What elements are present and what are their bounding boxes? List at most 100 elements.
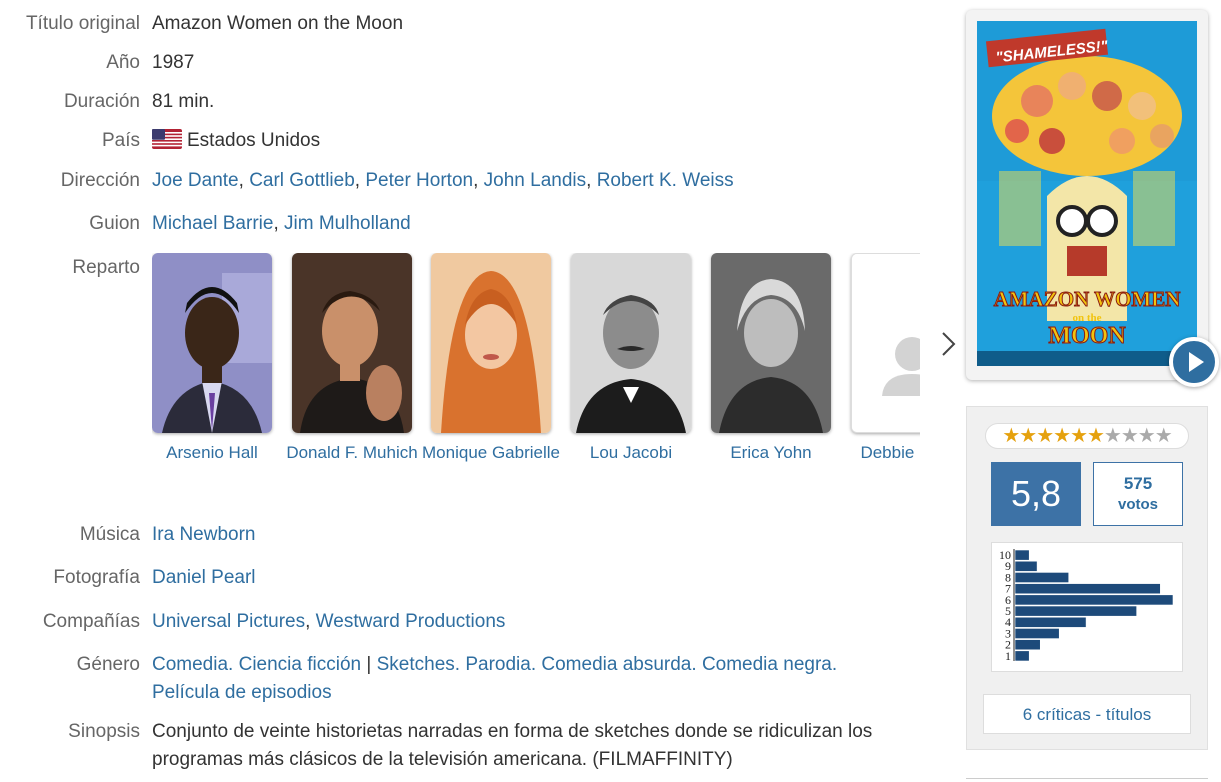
histogram-bar (1014, 572, 1070, 583)
votes-count: 575 (1123, 474, 1153, 493)
label-genre: Género (76, 654, 140, 675)
value-country: Estados Unidos (152, 127, 922, 155)
label-companies: Compañías (42, 611, 140, 632)
poster-card[interactable]: "SHAMELESS!" AMAZON WOMEN on the MOON (966, 10, 1208, 380)
actor-name[interactable]: Erica Yohn (701, 441, 841, 465)
actor-portrait-image (152, 253, 272, 433)
label-original-title: Título original (25, 13, 140, 34)
label-synopsis: Sinopsis (68, 721, 140, 742)
rating-histogram: 10 9 8 7 6 5 4 3 2 1 (991, 542, 1183, 672)
value-companies: Universal Pictures, Westward Productions (152, 611, 506, 632)
histogram-bar (1014, 594, 1174, 606)
cinematographer-link[interactable]: Daniel Pearl (152, 567, 256, 588)
writer-link[interactable]: Jim Mulholland (284, 213, 411, 234)
cast-member[interactable]: Lou Jacobi (561, 253, 701, 465)
us-flag-icon (152, 129, 182, 149)
label-screenplay: Guion (89, 213, 140, 234)
label-duration: Duración (63, 91, 140, 112)
director-link[interactable]: Carl Gottlieb (249, 170, 355, 191)
play-trailer-button[interactable] (1169, 337, 1219, 387)
cast-member[interactable]: Donald F. Muhich (282, 253, 422, 465)
votes-label: votos (1117, 496, 1158, 513)
stars-filled: ★★★★★★ (1002, 425, 1105, 447)
genre-link[interactable]: Ciencia ficción (239, 654, 362, 675)
actor-photo[interactable] (431, 253, 551, 433)
histogram-bar (1014, 628, 1060, 639)
topic-link[interactable]: Comedia absurda (541, 654, 691, 675)
rating-panel: ★★★★★★★★★★ 5,8 575 votos 10 9 8 7 6 5 4 3 2 1 6 c… (966, 406, 1208, 750)
movie-poster[interactable]: "SHAMELESS!" AMAZON WOMEN on the MOON (977, 21, 1197, 366)
histogram-score-label: 1 (1005, 649, 1011, 663)
actor-name[interactable]: Monique Gabrielle (421, 441, 561, 465)
actor-portrait-image (571, 253, 691, 433)
actor-photo[interactable] (152, 253, 272, 433)
actor-name[interactable]: Lou Jacobi (561, 441, 701, 465)
value-duration: 81 min. (152, 91, 215, 112)
actor-portrait-image (292, 253, 412, 433)
cast-member[interactable]: Monique Gabrielle (421, 253, 561, 465)
writer-link[interactable]: Michael Barrie (152, 213, 273, 234)
label-cast: Reparto (72, 257, 140, 278)
actor-photo[interactable] (292, 253, 412, 433)
actor-name[interactable]: Donald F. Muhich (282, 441, 422, 465)
value-genre: Comedia. Ciencia ficción | Sketches. Par… (152, 654, 838, 703)
cast-carousel: Arsenio Hall Donald F. Muhich Monique Ga… (152, 253, 920, 493)
histogram-bar (1014, 605, 1137, 617)
actor-photo[interactable] (711, 253, 831, 433)
histogram-bar (1014, 583, 1161, 595)
chevron-right-icon[interactable] (936, 328, 960, 360)
director-link[interactable]: Robert K. Weiss (597, 170, 734, 191)
value-year: 1987 (152, 52, 195, 73)
company-link[interactable]: Universal Pictures (152, 611, 305, 632)
value-original-title: Amazon Women on the Moon (152, 13, 404, 34)
label-year: Año (106, 52, 140, 73)
cast-member[interactable]: Arsenio Hall (152, 253, 282, 465)
actor-name[interactable]: Debbie Davis (841, 441, 920, 465)
poster-title-line1: AMAZON WOMEN (994, 287, 1181, 311)
company-link[interactable]: Westward Productions (316, 611, 506, 632)
actor-photo-placeholder[interactable] (851, 253, 920, 433)
director-link[interactable]: Joe Dante (152, 170, 239, 191)
actor-photo[interactable] (571, 253, 691, 433)
stars-empty: ★★★★ (1103, 425, 1173, 447)
topic-link[interactable]: Película de episodios (152, 682, 332, 703)
histogram-bar (1014, 639, 1041, 651)
value-synopsis: Conjunto de veinte historietas narradas … (152, 721, 873, 770)
value-screenplay: Michael Barrie, Jim Mulholland (152, 213, 411, 234)
actor-portrait-image (431, 253, 551, 433)
cast-member[interactable]: Debbie Davis (841, 253, 920, 465)
divider (966, 778, 1208, 779)
label-music: Música (79, 524, 140, 545)
value-music: Ira Newborn (152, 521, 922, 549)
votes-box[interactable]: 575 votos (1093, 462, 1183, 526)
person-placeholder-icon (852, 254, 920, 432)
topic-link[interactable]: Sketches (377, 654, 455, 675)
genre-link[interactable]: Comedia (152, 654, 228, 675)
histogram-chart: 10987654321 (999, 548, 1174, 663)
topic-link[interactable]: Parodia (465, 654, 531, 675)
director-link[interactable]: Peter Horton (365, 170, 473, 191)
histogram-bar (1014, 549, 1030, 561)
histogram-bar (1014, 616, 1087, 628)
value-direction: Joe Dante, Carl Gottlieb, Peter Horton, … (152, 170, 734, 191)
play-icon (1189, 352, 1204, 372)
composer-link[interactable]: Ira Newborn (152, 524, 256, 545)
label-country: País (101, 130, 140, 151)
country-name: Estados Unidos (187, 130, 321, 151)
value-photography: Daniel Pearl (152, 564, 922, 592)
histogram-bar (1014, 560, 1038, 572)
label-photography: Fotografía (53, 567, 140, 588)
poster-illustration: "SHAMELESS!" AMAZON WOMEN on the MOON (977, 21, 1197, 366)
star-rating: ★★★★★★★★★★ (985, 423, 1189, 449)
cast-member[interactable]: Erica Yohn (701, 253, 841, 465)
director-link[interactable]: John Landis (484, 170, 586, 191)
topic-link[interactable]: Comedia negra (702, 654, 832, 675)
average-rating: 5,8 (991, 462, 1081, 526)
critics-link[interactable]: 6 críticas - títulos (983, 694, 1191, 734)
actor-portrait-image (711, 253, 831, 433)
actor-name[interactable]: Arsenio Hall (152, 441, 282, 465)
histogram-bar (1014, 650, 1030, 662)
genre-divider: | (366, 654, 372, 675)
label-direction: Dirección (60, 170, 140, 191)
poster-title-line3: MOON (1048, 323, 1126, 349)
